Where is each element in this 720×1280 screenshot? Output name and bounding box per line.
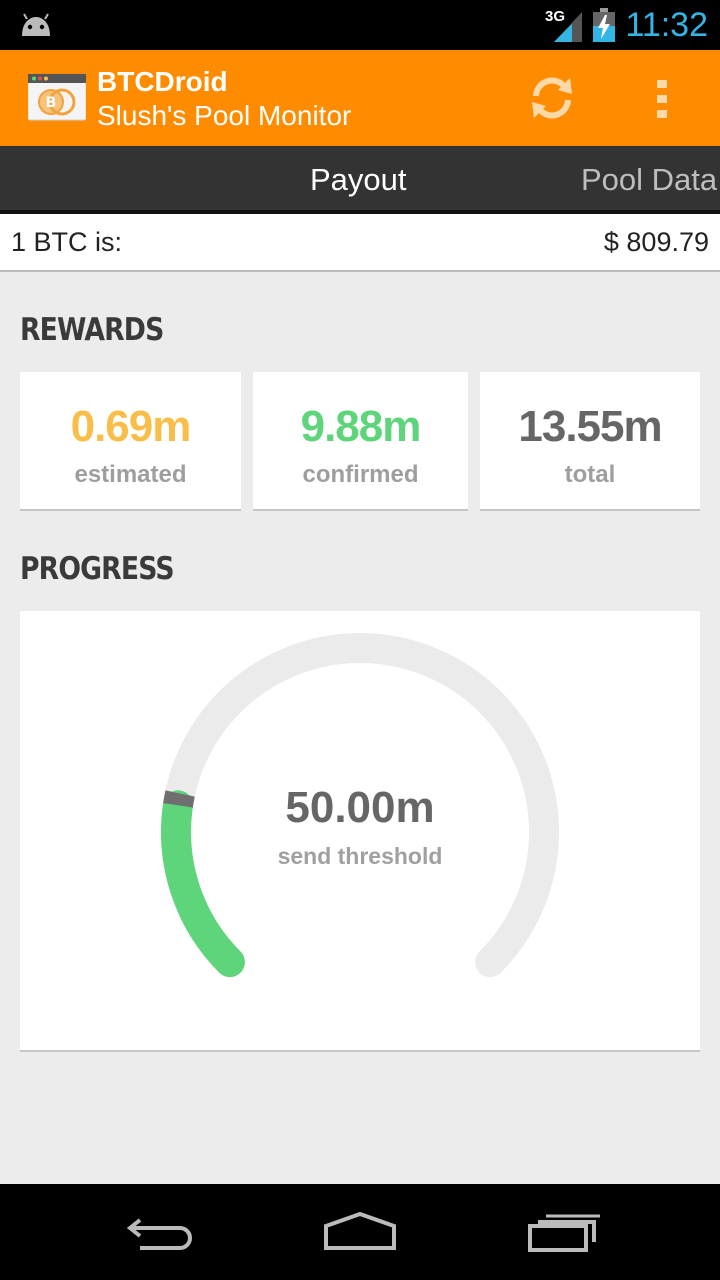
back-icon[interactable] xyxy=(120,1210,200,1254)
reward-card-total: 13.55m total xyxy=(480,372,700,511)
rewards-header: REWARDS xyxy=(20,312,164,348)
status-bar: 3G 11:32 xyxy=(0,0,720,50)
btc-price-label: 1 BTC is: xyxy=(11,227,123,257)
threshold-label: send threshold xyxy=(277,843,443,869)
reward-card-estimated: 0.69m estimated xyxy=(20,372,241,511)
progress-card: 50.00m send threshold xyxy=(20,611,700,1052)
reward-label-estimated: estimated xyxy=(74,461,187,488)
home-icon[interactable] xyxy=(320,1210,400,1254)
navigation-bar xyxy=(0,1184,720,1280)
progress-header: PROGRESS xyxy=(20,551,175,587)
reward-value-total: 13.55m xyxy=(518,402,662,451)
tab-pool-data[interactable]: Pool Data xyxy=(581,162,717,198)
reward-card-confirmed: 9.88m confirmed xyxy=(253,372,468,511)
recent-apps-icon[interactable] xyxy=(522,1210,602,1254)
btc-price-row: 1 BTC is: $ 809.79 xyxy=(0,214,720,272)
action-bar: B BTCDroid Slush's Pool Monitor xyxy=(0,50,720,146)
reward-label-confirmed: confirmed xyxy=(302,461,419,488)
reward-value-confirmed: 9.88m xyxy=(300,402,422,451)
app-title: BTCDroid xyxy=(97,66,228,97)
clock: 11:32 xyxy=(625,6,708,44)
battery-charging-icon xyxy=(593,8,615,42)
reward-label-total: total xyxy=(564,461,616,488)
android-icon xyxy=(22,13,50,36)
app-logo-icon[interactable]: B xyxy=(28,74,86,122)
reward-value-estimated: 0.69m xyxy=(70,402,192,451)
refresh-icon[interactable] xyxy=(526,72,578,124)
svg-text:B: B xyxy=(46,95,57,111)
tab-payout[interactable]: Payout xyxy=(310,162,407,198)
tab-strip: Payout Pool Data xyxy=(0,146,720,214)
threshold-value: 50.00m xyxy=(285,783,435,832)
app-subtitle: Slush's Pool Monitor xyxy=(97,100,352,131)
overflow-menu-icon[interactable] xyxy=(648,76,678,122)
btc-price-value: $ 809.79 xyxy=(603,227,709,257)
signal-icon xyxy=(554,12,582,42)
